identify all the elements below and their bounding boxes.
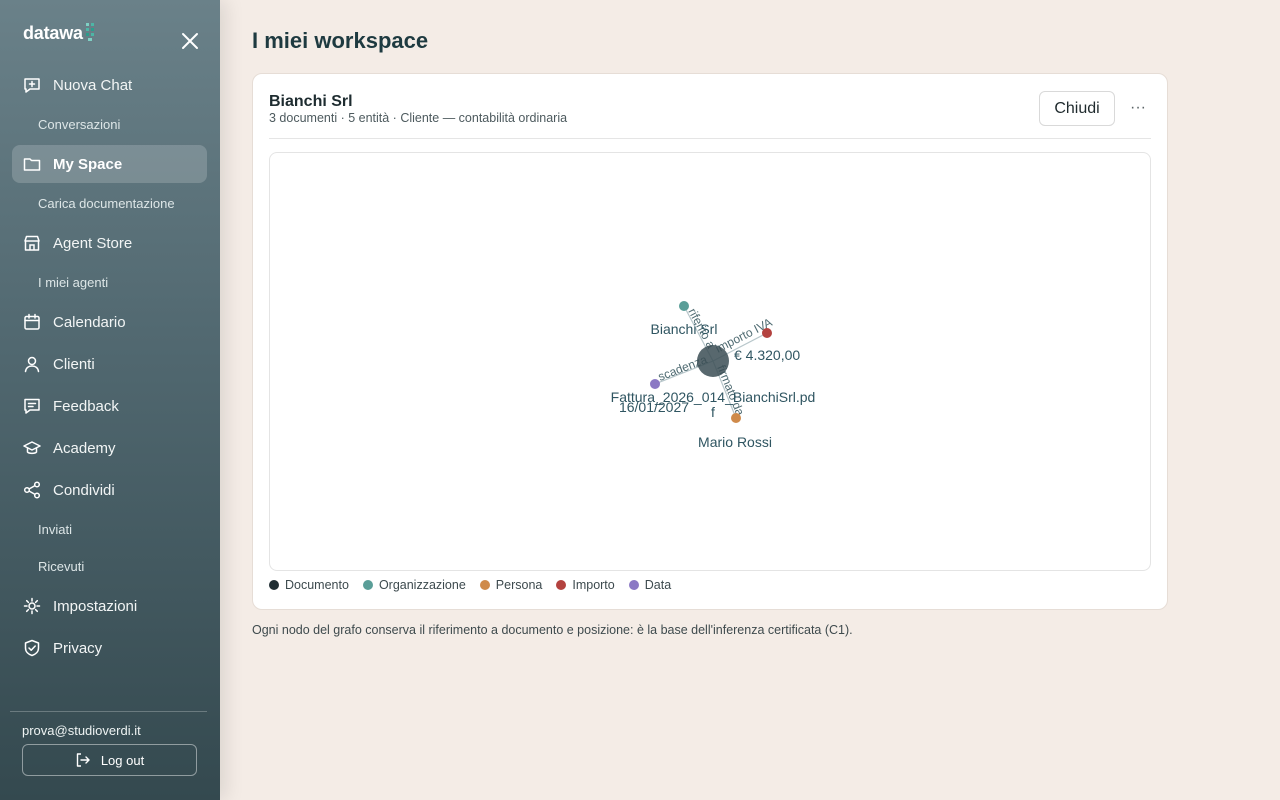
node-label-document: Fattura_2026_014_BianchiSrl.pd	[611, 389, 816, 405]
sidebar: datawa Nuova Chat Conversazioni My Space…	[0, 0, 220, 800]
page-title: I miei workspace	[252, 28, 429, 53]
store-icon	[23, 234, 41, 252]
sidebar-item-label: Nuova Chat	[53, 76, 133, 94]
sidebar-item-label: Condividi	[53, 481, 115, 499]
sidebar-subitem-carica-documentazione[interactable]: Carica documentazione	[38, 196, 175, 211]
knowledge-graph[interactable]: riferito a importo IVA scadenza firmato …	[269, 152, 1151, 571]
sidebar-item-label: Agent Store	[53, 234, 133, 252]
legend-label: Importo	[572, 578, 615, 592]
workspace-card: Bianchi Srl 3 documenti · 5 entità · Cli…	[252, 73, 1168, 610]
graph-legend: Documento Organizzazione Persona Importo…	[269, 578, 685, 592]
more-options-button[interactable]: ···	[1127, 98, 1149, 118]
legend-dot	[556, 580, 567, 590]
graph-node-documento[interactable]	[697, 345, 729, 377]
sidebar-subitem-i-miei-agenti[interactable]: I miei agenti	[38, 275, 108, 290]
sidebar-subitem-inviati[interactable]: Inviati	[38, 522, 72, 537]
graph-node-organizzazione[interactable]	[679, 301, 689, 311]
share-icon	[23, 481, 41, 499]
user-email: prova@studioverdi.it	[22, 723, 141, 738]
legend-item-data: Data	[628, 578, 672, 592]
logout-button[interactable]: Log out	[22, 744, 197, 776]
workspace-name: Bianchi Srl	[269, 93, 353, 110]
card-divider	[269, 138, 1151, 139]
graph-footnote: Ogni nodo del grafo conserva il riferime…	[252, 623, 853, 637]
sidebar-item-agent-store[interactable]: Agent Store	[12, 224, 207, 262]
sidebar-item-nuova-chat[interactable]: Nuova Chat	[12, 66, 207, 104]
graph-node-data[interactable]	[650, 379, 660, 389]
graph-node-persona[interactable]	[731, 413, 741, 423]
sidebar-item-impostazioni[interactable]: Impostazioni	[12, 587, 207, 625]
legend-label: Organizzazione	[378, 578, 466, 592]
legend-dot	[628, 580, 639, 590]
legend-item-documento: Documento	[269, 578, 349, 592]
sidebar-item-my-space[interactable]: My Space	[12, 145, 207, 183]
graduation-cap-icon	[23, 439, 41, 457]
legend-label: Data	[644, 578, 672, 592]
sidebar-item-calendario[interactable]: Calendario	[12, 303, 207, 341]
user-icon	[23, 355, 41, 373]
close-sidebar-button[interactable]	[179, 30, 201, 52]
brand-mark-icon	[84, 21, 96, 43]
node-label: Bianchi Srl	[651, 321, 718, 337]
close-icon	[182, 33, 198, 49]
brand-logo[interactable]: datawa	[23, 22, 96, 44]
gear-icon	[23, 597, 41, 615]
calendar-icon	[23, 313, 41, 331]
sidebar-item-label: Clienti	[53, 355, 95, 373]
legend-label: Documento	[285, 578, 349, 592]
sidebar-item-privacy[interactable]: Privacy	[12, 629, 207, 667]
sidebar-item-feedback[interactable]: Feedback	[12, 387, 207, 425]
sidebar-item-label: Feedback	[53, 397, 119, 415]
sidebar-item-condividi[interactable]: Condividi	[12, 471, 207, 509]
node-label-document-wrap: f	[711, 404, 715, 420]
node-label: € 4.320,00	[734, 347, 800, 363]
sidebar-subitem-conversazioni[interactable]: Conversazioni	[38, 117, 120, 132]
legend-dot	[479, 580, 490, 590]
brand-name: datawa	[23, 22, 83, 43]
legend-item-importo: Importo	[556, 578, 615, 592]
logout-icon	[76, 753, 90, 767]
legend-dot	[269, 580, 279, 590]
feedback-icon	[23, 397, 41, 415]
legend-dot	[362, 580, 373, 590]
legend-label: Persona	[495, 578, 543, 592]
folder-icon	[23, 155, 41, 173]
sidebar-item-label: Calendario	[53, 313, 126, 331]
sidebar-item-label: Academy	[53, 439, 116, 457]
logout-label: Log out	[100, 752, 145, 768]
graph-canvas: riferito a importo IVA scadenza firmato …	[611, 301, 816, 450]
sidebar-item-label: Impostazioni	[53, 597, 138, 615]
sidebar-item-academy[interactable]: Academy	[12, 429, 207, 467]
graph-node-importo[interactable]	[762, 328, 772, 338]
sidebar-item-clienti[interactable]: Clienti	[12, 345, 207, 383]
workspace-meta: 3 documenti · 5 entità · Cliente — conta…	[269, 111, 568, 125]
sidebar-subitem-ricevuti[interactable]: Ricevuti	[38, 559, 84, 574]
sidebar-divider	[10, 711, 207, 712]
legend-item-organizzazione: Organizzazione	[362, 578, 466, 592]
sidebar-item-label: Privacy	[53, 639, 103, 657]
chiudi-button[interactable]: Chiudi	[1039, 91, 1115, 126]
shield-check-icon	[23, 639, 41, 657]
node-label: Mario Rossi	[698, 434, 772, 450]
legend-item-persona: Persona	[479, 578, 543, 592]
chat-plus-icon	[23, 76, 41, 94]
sidebar-item-label: My Space	[53, 155, 123, 173]
